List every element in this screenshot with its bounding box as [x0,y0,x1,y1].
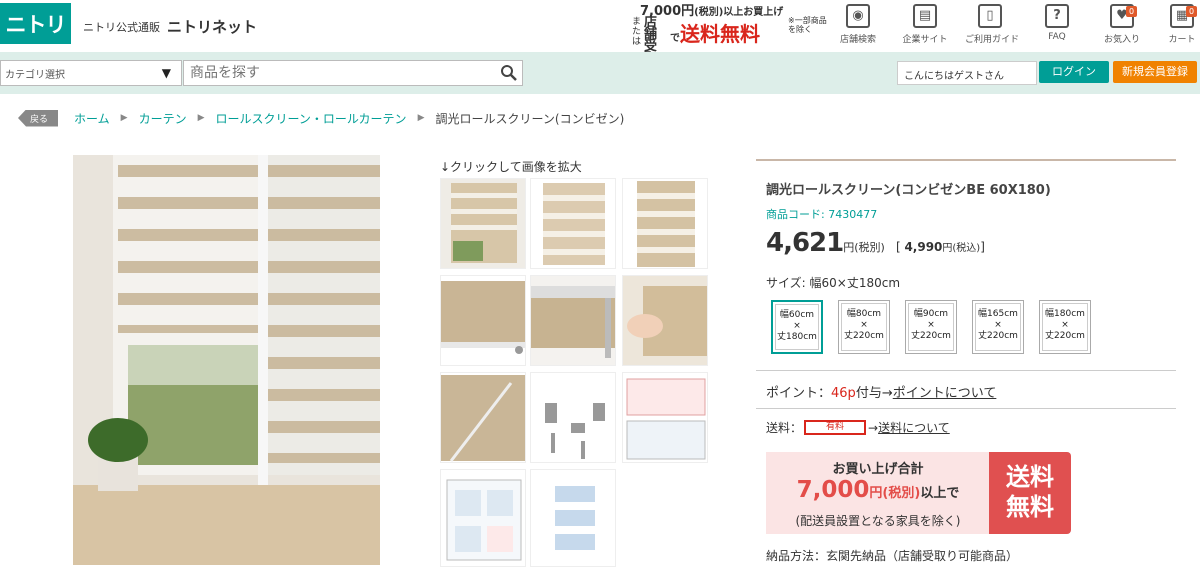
free-shipping-promo[interactable]: 7,000円(税別)以上お買上げ または 店舗受取 で送料無料 ※一部商品を除く [632,0,830,65]
dropdown-triangle-icon: ▼ [161,66,171,80]
store-search-link[interactable]: ◉ 店舗検索 [833,4,883,45]
points-info: ポイント：46p付与→ポイントについて [766,386,997,401]
building-icon: ▤ [913,4,937,28]
back-button[interactable]: 戻る [18,109,59,127]
thumbnail-6[interactable] [622,275,708,366]
breadcrumb-separator-icon: ▶ [197,113,205,123]
corporate-site-label: 企業サイト [902,35,948,45]
thumbnail-9[interactable] [622,372,708,463]
main-product-image[interactable] [73,155,380,565]
size-option-165x220[interactable]: 幅165cm × 丈220cm [972,300,1024,354]
thumbnail-3[interactable] [622,178,708,269]
breadcrumb-separator-icon: ▶ [417,113,425,123]
thumbnail-1[interactable] [440,178,526,269]
free-shipping-tag: 送料 無料 [989,452,1071,534]
shipping-link[interactable]: 送料について [878,419,950,436]
search-input[interactable] [183,60,523,86]
breadcrumb-home[interactable]: ホーム [74,110,110,127]
thumbnail-5[interactable] [530,275,616,366]
divider [756,408,1176,409]
size-option-80x220[interactable]: 幅80cm × 丈220cm [838,300,890,354]
product-code: 商品コード: 7430477 [766,208,878,221]
price-value: 4,621 [766,228,844,258]
free-shipping-note: (配送員設置となる家具を除く) [795,514,961,528]
store-search-label: 店舗検索 [839,35,876,45]
cart-label: カート [1168,35,1196,45]
guest-greeting: こんにちはゲストさん [897,61,1037,85]
favorites-label: お気入り [1103,35,1140,45]
tax-included-price: [ 4,990円(税込)] [895,240,985,254]
faq-link[interactable]: ? FAQ [1032,4,1082,42]
free-shipping-banner: お買い上げ合計 7,000円(税別)以上で (配送員設置となる家具を除く) [766,452,990,534]
product-price: 4,621円(税別) [ 4,990円(税込)] [766,228,985,258]
favorites-count-badge: 0 [1126,6,1137,17]
promo-line1: 7,000円(税別)以上お買上げ [640,4,784,19]
zoom-hint: ↓クリックして画像を拡大 [440,160,582,174]
site-header: ニトリ ニトリ公式通販 ニトリネット 7,000円(税別)以上お買上げ または … [0,0,1200,65]
breadcrumb: 戻る ホーム ▶ カーテン ▶ ロールスクリーン・ロールカーテン ▶ 調光ロール… [18,109,625,127]
free-shipping-title: お買い上げ合計 [832,462,924,477]
favorites-link[interactable]: ♥ 0 お気入り [1097,4,1147,45]
guide-link[interactable]: ▯ ご利用ガイド [965,4,1020,45]
login-button[interactable]: ログイン [1039,61,1109,83]
size-option-90x220[interactable]: 幅90cm × 丈220cm [905,300,957,354]
corporate-site-link[interactable]: ▤ 企業サイト [900,4,950,45]
promo-note: ※一部商品を除く [788,16,827,34]
price-unit: 円(税別) [843,241,885,254]
thumbnail-8[interactable] [530,372,616,463]
faq-label: FAQ [1048,32,1066,42]
breadcrumb-separator-icon: ▶ [120,113,128,123]
breadcrumb-curtain[interactable]: カーテン [139,110,187,127]
info-top-divider [756,159,1176,161]
thumbnail-11[interactable] [530,469,616,567]
size-option-60x180[interactable]: 幅60cm × 丈180cm [771,300,823,354]
delivery-method: 納品方法：玄関先納品（店舗受取り可能商品） [766,549,1019,563]
breadcrumb-current: 調光ロールスクリーン(コンビゼン) [435,111,625,126]
size-option-180x220[interactable]: 幅180cm × 丈220cm [1039,300,1091,354]
free-shipping-amount: 7,000円(税別)以上で [796,477,960,503]
guide-label: ご利用ガイド [965,35,1020,45]
divider [756,370,1176,371]
shipping-info: 送料： 有料 → 送料について [766,419,950,436]
thumbnail-4[interactable] [440,275,526,366]
cart-count-badge: 0 [1186,6,1197,17]
site-name[interactable]: ニトリネット [167,16,257,37]
thumbnail-10[interactable] [440,469,526,567]
register-button[interactable]: 新規会員登録 [1113,61,1197,83]
shipping-paid-badge: 有料 [804,420,867,435]
search-icon[interactable] [500,64,518,82]
nitori-logo[interactable]: ニトリ [0,3,71,44]
book-icon: ▯ [978,4,1002,28]
product-title: 調光ロールスクリーン(コンビゼンBE 60X180) [766,183,1051,198]
category-select-label: カテゴリ選択 [5,70,65,81]
promo-free: で送料無料 [670,22,760,46]
question-icon: ? [1045,4,1069,28]
cart-link[interactable]: ▦ 0 カート [1157,4,1200,45]
category-select[interactable]: カテゴリ選択 ▼ [0,60,182,86]
map-pin-icon: ◉ [846,4,870,28]
promo-store-small: または [632,17,642,47]
points-link[interactable]: ポイントについて [893,386,997,401]
size-label: サイズ: 幅60×丈180cm [766,276,901,290]
breadcrumb-roll-screen[interactable]: ロールスクリーン・ロールカーテン [216,110,407,127]
thumbnail-7[interactable] [440,372,526,463]
site-subtitle: ニトリ公式通販 [83,21,160,34]
thumbnail-2[interactable] [530,178,616,269]
